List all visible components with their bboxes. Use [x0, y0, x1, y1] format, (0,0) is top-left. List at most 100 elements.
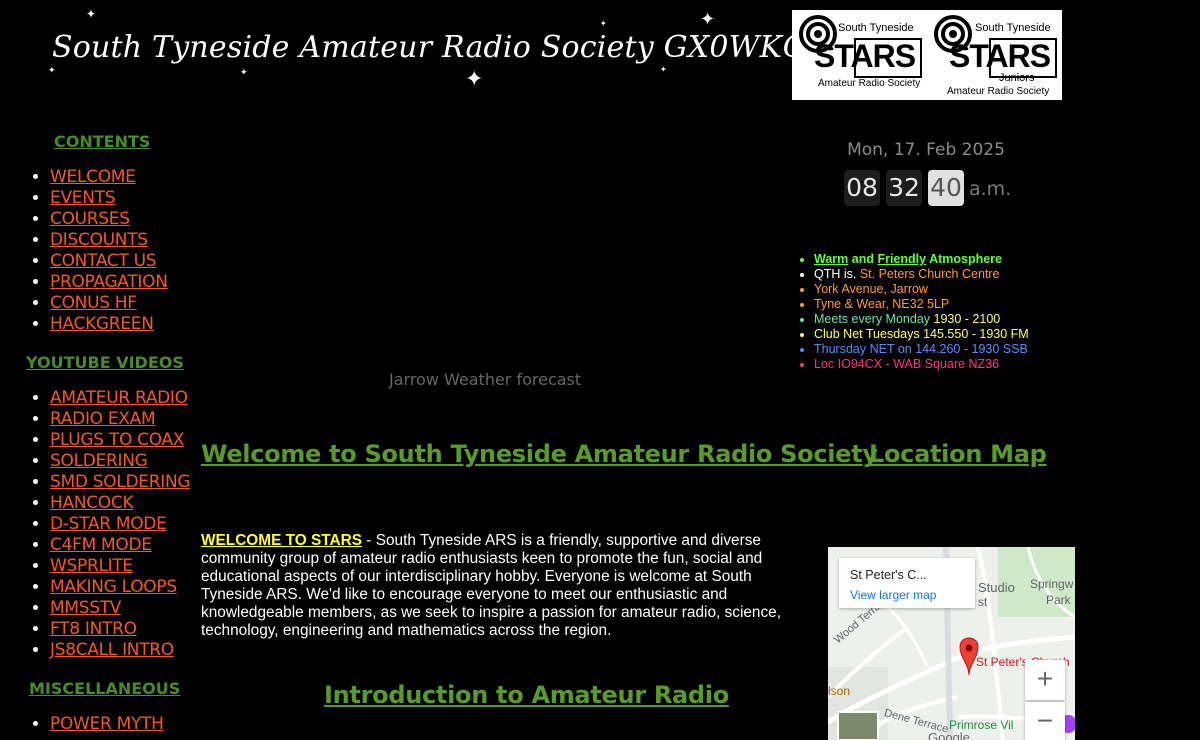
info-qth: QTH is. St. Peters Church Centre	[814, 267, 1029, 282]
nav-link-contact-us[interactable]: CONTACT US	[50, 251, 157, 271]
video-link-js8call-intro[interactable]: JS8CALL INTRO	[50, 640, 174, 660]
video-link-wsprlite[interactable]: WSPRLITE	[50, 556, 133, 576]
info-club-net: Club Net Tuesdays 145.550 - 1930 FM	[814, 327, 1029, 342]
info-atmosphere-text: Atmosphere	[926, 252, 1003, 266]
star-icon: ✦	[48, 65, 56, 75]
sidebar-list-item: JS8CALL INTRO	[50, 640, 190, 661]
video-link-soldering[interactable]: SOLDERING	[50, 451, 148, 471]
sidebar-list-item: PROPAGATION	[50, 272, 168, 293]
map-label-st: st	[978, 595, 988, 609]
star-icon: ✦	[240, 67, 248, 77]
info-warm: Warm	[814, 252, 849, 266]
sidebar-list-item: PLUGS TO COAX	[50, 430, 190, 451]
clock-seconds: 40	[928, 170, 964, 206]
nav-link-hackgreen[interactable]: HACKGREEN	[50, 314, 154, 334]
nav-link-welcome[interactable]: WELCOME	[50, 167, 136, 187]
location-map[interactable]: Studio st Springw Park Wood Terrace St P…	[828, 547, 1075, 740]
stars-logo: South Tyneside STARS Amateur Radio Socie…	[792, 10, 927, 100]
nav-link-conus-hf[interactable]: CONUS HF	[50, 293, 137, 313]
video-link-making-loops[interactable]: MAKING LOOPS	[50, 577, 177, 597]
map-zoom-in-button[interactable]: +	[1025, 660, 1065, 700]
video-link-mmsstv[interactable]: MMSSTV	[50, 598, 121, 618]
info-meets-label: Meets every Monday	[814, 312, 934, 326]
star-icon: ✦	[465, 66, 484, 91]
nav-link-events[interactable]: EVENTS	[50, 188, 116, 208]
info-locator: Loc IO94CX - WAB Square NZ36	[814, 357, 1029, 372]
header-banner: ✦ ✦ ✦ ✦ ✦ ✦ ✦ South Tyneside Amateur Rad…	[40, 7, 807, 100]
sidebar-list-item: WSPRLITE	[50, 556, 190, 577]
intro-amateur-radio-heading[interactable]: Introduction to Amateur Radio	[324, 681, 729, 709]
sidebar-list-item: DISCOUNTS	[50, 230, 168, 251]
sidebar-list-item: POWER MYTH	[50, 714, 164, 735]
video-link-radio-exam[interactable]: RADIO EXAM	[50, 409, 156, 429]
youtube-list: AMATEUR RADIORADIO EXAMPLUGS TO COAXSOLD…	[26, 388, 191, 661]
info-thursday-net: Thursday NET on 144.260 - 1930 SSB	[814, 342, 1029, 357]
stars-logos: South Tyneside STARS Amateur Radio Socie…	[792, 10, 1062, 100]
video-link-ft8-intro[interactable]: FT8 INTRO	[50, 619, 137, 639]
miscellaneous-heading: MISCELLANEOUS	[29, 679, 181, 698]
clock-ampm: a.m.	[969, 178, 1012, 200]
sidebar-list-item: SMD SOLDERING	[50, 472, 191, 493]
youtube-videos-heading: YOUTUBE VIDEOS	[26, 353, 184, 372]
club-info-list: Warm and Friendly Atmosphere QTH is. St.…	[796, 252, 1029, 372]
site-title: South Tyneside Amateur Radio Society GX0…	[52, 30, 808, 65]
contents-list: WELCOMEEVENTSCOURSESDISCOUNTSCONTACT USP…	[26, 167, 168, 335]
location-map-heading[interactable]: Location Map	[869, 440, 1047, 468]
sidebar-list-item: C4FM MODE	[50, 535, 190, 556]
sidebar-list-item: MAKING LOOPS	[50, 577, 190, 598]
map-label-studio: Studio	[978, 580, 1015, 595]
logo-bottom-text: Amateur Radio Society	[947, 86, 1050, 97]
info-meets: Meets every Monday 1930 - 2100	[814, 312, 1029, 327]
map-zoom-out-button[interactable]: −	[1025, 702, 1065, 740]
map-place-card: St Peter's C... View larger map	[839, 558, 975, 608]
logo-name: STARS	[949, 38, 1051, 74]
misc-list: POWER MYTH	[26, 714, 164, 735]
map-label-springwell: Springw	[1030, 577, 1074, 591]
welcome-paragraph: WELCOME TO STARS - South Tyneside ARS is…	[201, 532, 813, 640]
info-qth-label: QTH is.	[814, 267, 860, 281]
logo-bottom-text: Amateur Radio Society	[818, 78, 921, 89]
google-logo: Google	[928, 730, 970, 740]
nav-link-propagation[interactable]: PROPAGATION	[50, 272, 168, 292]
video-link-plugs-to-coax[interactable]: PLUGS TO COAX	[50, 430, 184, 450]
sidebar-list-item: HANCOCK	[50, 493, 190, 514]
video-link-hancock[interactable]: HANCOCK	[50, 493, 134, 513]
star-icon: ✦	[86, 7, 97, 21]
sidebar-list-item: RADIO EXAM	[50, 409, 190, 430]
nav-link-courses[interactable]: COURSES	[50, 209, 130, 229]
info-friendly: Friendly	[877, 252, 927, 266]
info-address-postcode: Tyne & Wear, NE32 5LP	[814, 297, 1029, 312]
video-link-amateur-radio[interactable]: AMATEUR RADIO	[50, 388, 188, 408]
info-atmosphere: Warm and Friendly Atmosphere	[814, 252, 1029, 267]
map-label-park: Park	[1046, 593, 1071, 607]
logo-top-text: South Tyneside	[838, 22, 914, 34]
welcome-heading[interactable]: Welcome to South Tyneside Amateur Radio …	[201, 440, 878, 468]
clock-hours: 08	[844, 170, 880, 206]
logo-sub-text: Juniors	[999, 72, 1035, 84]
info-meets-time: 1930 - 2100	[933, 312, 1001, 326]
star-icon: ✦	[600, 19, 607, 28]
video-link-d-star-mode[interactable]: D-STAR MODE	[50, 514, 167, 534]
sidebar-list-item: EVENTS	[50, 188, 168, 209]
sidebar-list-item: HACKGREEN	[50, 314, 168, 335]
misc-link-power-myth[interactable]: POWER MYTH	[50, 714, 164, 734]
view-larger-map-link[interactable]: View larger map	[850, 588, 936, 602]
sidebar-list-item: FT8 INTRO	[50, 619, 190, 640]
stars-juniors-logo: South Tyneside STARS Juniors Amateur Rad…	[927, 10, 1062, 100]
weather-forecast-link[interactable]: Jarrow Weather forecast	[389, 370, 581, 389]
nav-link-discounts[interactable]: DISCOUNTS	[50, 230, 148, 250]
sidebar-list-item: SOLDERING	[50, 451, 190, 472]
sidebar-list-item: D-STAR MODE	[50, 514, 190, 535]
sidebar-list-item: MMSSTV	[50, 598, 190, 619]
star-icon: ✦	[700, 9, 716, 29]
info-address-street: York Avenue, Jarrow	[814, 282, 1029, 297]
sidebar-list-item: CONTACT US	[50, 251, 168, 272]
contents-heading: CONTENTS	[54, 132, 151, 151]
video-link-smd-soldering[interactable]: SMD SOLDERING	[50, 472, 191, 492]
info-qth-value: St. Peters Church Centre	[859, 267, 1000, 281]
star-icon: ✦	[660, 65, 667, 74]
sidebar-list-item: AMATEUR RADIO	[50, 388, 190, 409]
video-link-c4fm-mode[interactable]: C4FM MODE	[50, 535, 152, 555]
sidebar-list-item: CONUS HF	[50, 293, 168, 314]
logo-top-text: South Tyneside	[975, 22, 1051, 34]
